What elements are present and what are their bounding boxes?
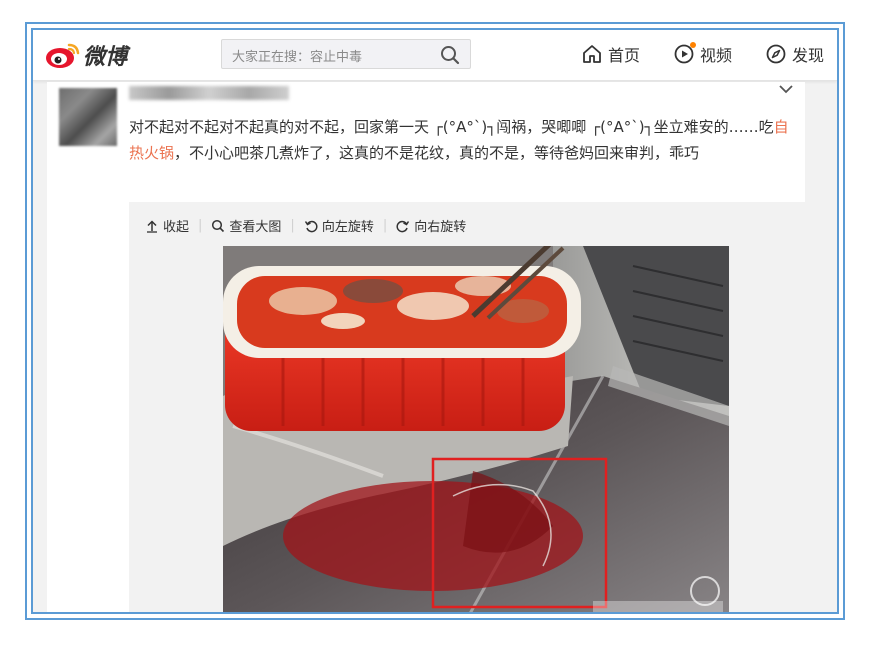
- top-nav-bar: 微博 大家正在搜：容止中毒 首页 视频 发现: [33, 30, 837, 81]
- nav-video-label: 视频: [700, 46, 733, 65]
- rotate-right-icon: [396, 220, 410, 232]
- collapse-button[interactable]: 收起: [145, 216, 189, 235]
- nav-home[interactable]: 首页: [581, 41, 640, 67]
- nav-discover-label: 发现: [792, 46, 825, 65]
- media-toolbar: 收起 | 查看大图 | 向左旋转 | 向右旋转: [145, 216, 466, 235]
- logo-text: 微博: [83, 45, 128, 70]
- screenshot-frame: 微博 大家正在搜：容止中毒 首页 视频 发现 对不起对不起对不起真的对不起，回家…: [25, 22, 845, 620]
- toolbar-divider: |: [382, 218, 388, 233]
- browser-viewport: 微博 大家正在搜：容止中毒 首页 视频 发现 对不起对不起对不起真的对不起，回家…: [31, 28, 839, 614]
- toolbar-divider: |: [198, 218, 203, 233]
- post-text-part2: ，不小心吧茶几煮炸了，这真的不是花纹，真的不是，等待爸妈回来审判，乖巧: [174, 144, 700, 162]
- arrow-up-icon: [147, 219, 157, 233]
- nav-video[interactable]: 视频: [673, 41, 732, 67]
- home-icon: [583, 45, 601, 63]
- search-icon[interactable]: [440, 45, 460, 65]
- notification-dot: [690, 42, 696, 48]
- rotate-left-button[interactable]: 向左旋转: [304, 216, 374, 235]
- weibo-eye-icon: [46, 43, 80, 68]
- view-large-label: 查看大图: [229, 220, 282, 235]
- nav-home-label: 首页: [608, 46, 641, 65]
- chevron-down-icon[interactable]: [777, 82, 795, 96]
- rotate-right-label: 向右旋转: [414, 220, 467, 235]
- post-photo[interactable]: [223, 246, 729, 612]
- collapse-label: 收起: [163, 220, 190, 235]
- post-text-part1: 对不起对不起对不起真的对不起，回家第一天 ┌(°A°`)┐闯祸，哭唧唧 ┌(°A…: [129, 118, 774, 136]
- username-blurred[interactable]: [129, 86, 289, 100]
- toolbar-divider: |: [290, 218, 295, 233]
- rotate-right-button[interactable]: 向右旋转: [396, 216, 466, 235]
- view-large-button[interactable]: 查看大图: [211, 216, 281, 235]
- media-panel: 收起 | 查看大图 | 向左旋转 | 向右旋转: [129, 202, 821, 612]
- rotate-left-label: 向左旋转: [321, 220, 374, 235]
- compass-icon: [766, 44, 786, 64]
- search-icon: [212, 219, 225, 232]
- search-input[interactable]: 大家正在搜：容止中毒: [221, 39, 471, 69]
- rotate-left-icon: [304, 220, 318, 232]
- photo-illustration: [223, 246, 729, 612]
- avatar[interactable]: [59, 88, 117, 146]
- search-placeholder: 大家正在搜：容止中毒: [232, 50, 363, 65]
- weibo-logo[interactable]: 微博: [45, 40, 127, 70]
- weibo-post-card: 对不起对不起对不起真的对不起，回家第一天 ┌(°A°`)┐闯祸，哭唧唧 ┌(°A…: [47, 82, 821, 612]
- nav-discover[interactable]: 发现: [765, 41, 824, 67]
- post-text: 对不起对不起对不起真的对不起，回家第一天 ┌(°A°`)┐闯祸，哭唧唧 ┌(°A…: [129, 114, 801, 166]
